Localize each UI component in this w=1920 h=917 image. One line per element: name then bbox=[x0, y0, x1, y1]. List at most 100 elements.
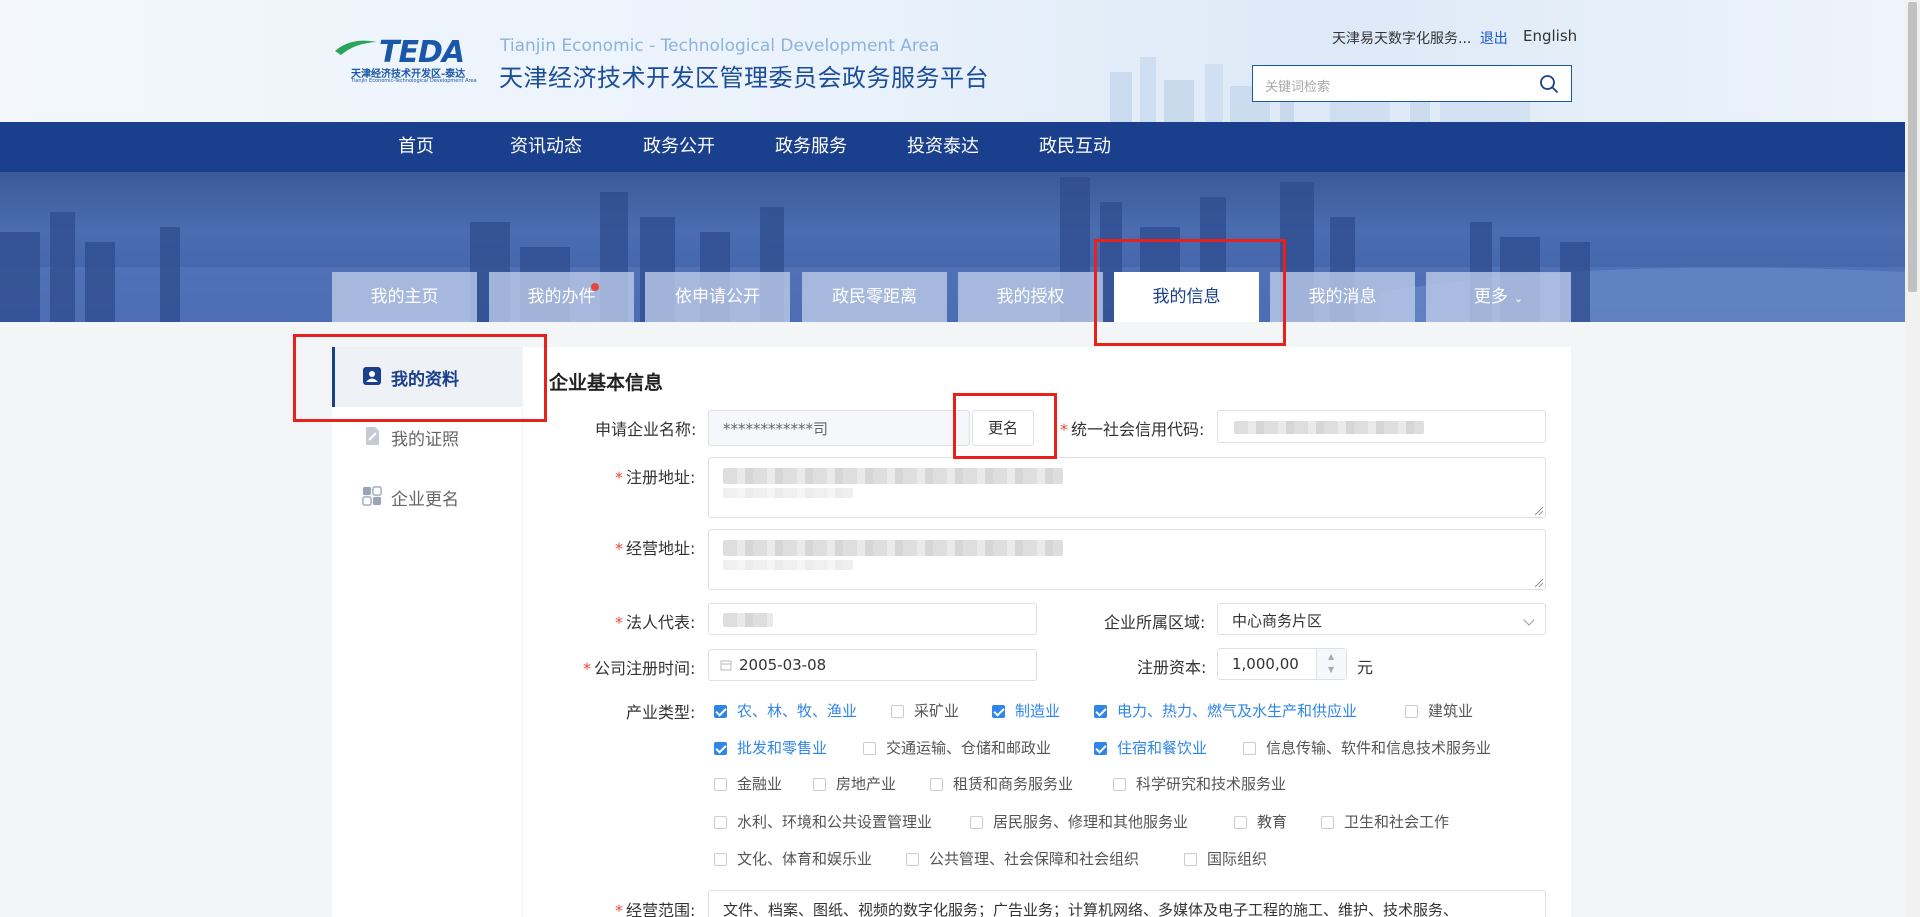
tab-my-messages[interactable]: 我的消息 bbox=[1270, 272, 1415, 322]
tab-label: 依申请公开 bbox=[675, 287, 760, 307]
region-select[interactable]: 中心商务片区 bbox=[1217, 603, 1546, 635]
search-input[interactable]: 关键词检索 bbox=[1265, 76, 1330, 95]
industry-label-text: 租赁和商务服务业 bbox=[953, 775, 1074, 793]
industry-checkbox[interactable]: 批发和零售业 bbox=[714, 737, 827, 758]
industry-label-text: 建筑业 bbox=[1428, 702, 1474, 720]
checkbox-empty-icon[interactable] bbox=[863, 742, 876, 755]
industry-label-text: 电力、热力、燃气及水生产和供应业 bbox=[1117, 702, 1358, 720]
tab-apply-disclosure[interactable]: 依申请公开 bbox=[645, 272, 790, 322]
chevron-down-icon[interactable]: ▼ bbox=[1328, 665, 1334, 674]
search-box[interactable]: 关键词检索 bbox=[1252, 65, 1572, 102]
industry-checkbox[interactable]: 教育 bbox=[1234, 811, 1287, 832]
industry-checkbox[interactable]: 建筑业 bbox=[1405, 700, 1473, 721]
logout-link[interactable]: 退出 bbox=[1480, 31, 1508, 47]
industry-checkbox[interactable]: 交通运输、仓储和邮政业 bbox=[863, 737, 1051, 758]
sidebar-item-rename[interactable]: 企业更名 bbox=[332, 467, 522, 527]
number-stepper[interactable]: ▲ ▼ bbox=[1316, 649, 1346, 679]
tab-more[interactable]: 更多 ⌄ bbox=[1426, 272, 1571, 322]
teda-logo[interactable]: TEDA 天津经济技术开发区-泰达 Tianjin Economic-Techn… bbox=[333, 35, 491, 85]
scrollbar-thumb[interactable] bbox=[1908, 2, 1917, 292]
industry-checkbox[interactable]: 公共管理、社会保障和社会组织 bbox=[906, 848, 1139, 869]
checkbox-checked-icon[interactable] bbox=[992, 705, 1005, 718]
certificate-icon bbox=[366, 427, 379, 445]
checkbox-empty-icon[interactable] bbox=[714, 816, 727, 829]
checkbox-checked-icon[interactable] bbox=[714, 705, 727, 718]
checkbox-empty-icon[interactable] bbox=[1321, 816, 1334, 829]
page-scrollbar[interactable] bbox=[1905, 0, 1920, 917]
industry-checkbox[interactable]: 信息传输、软件和信息技术服务业 bbox=[1243, 737, 1491, 758]
industry-checkbox[interactable]: 租赁和商务服务业 bbox=[930, 773, 1073, 794]
resize-handle-icon[interactable] bbox=[1535, 507, 1543, 515]
reg-date-picker[interactable]: 2005-03-08 bbox=[708, 649, 1037, 681]
industry-checkbox[interactable]: 农、林、牧、渔业 bbox=[714, 700, 857, 721]
search-icon[interactable] bbox=[1539, 74, 1559, 94]
industry-checkbox[interactable]: 住宿和餐饮业 bbox=[1094, 737, 1207, 758]
industry-label-text: 国际组织 bbox=[1207, 850, 1268, 868]
credit-code-field[interactable] bbox=[1217, 410, 1546, 443]
rename-icon bbox=[362, 486, 382, 506]
checkbox-empty-icon[interactable] bbox=[714, 853, 727, 866]
nav-item-home[interactable]: 首页 bbox=[398, 122, 434, 172]
tab-my-home[interactable]: 我的主页 bbox=[332, 272, 477, 322]
industry-checkbox[interactable]: 科学研究和技术服务业 bbox=[1113, 773, 1286, 794]
site-title-en: Tianjin Economic - Technological Develop… bbox=[500, 36, 940, 56]
checkbox-checked-icon[interactable] bbox=[714, 742, 727, 755]
nav-item-news[interactable]: 资讯动态 bbox=[510, 122, 582, 172]
industry-checkbox[interactable]: 采矿业 bbox=[891, 700, 959, 721]
redacted-text bbox=[723, 613, 773, 627]
nav-item-interaction[interactable]: 政民互动 bbox=[1039, 122, 1111, 172]
reg-address-field[interactable] bbox=[708, 457, 1546, 518]
tab-my-authorization[interactable]: 我的授权 bbox=[958, 272, 1103, 322]
industry-checkbox[interactable]: 房地产业 bbox=[813, 773, 896, 794]
company-name-label: 申请企业名称: bbox=[595, 420, 697, 439]
checkbox-empty-icon[interactable] bbox=[930, 778, 943, 791]
industry-checkbox[interactable]: 居民服务、修理和其他服务业 bbox=[970, 811, 1188, 832]
nav-item-invest[interactable]: 投资泰达 bbox=[907, 122, 979, 172]
nav-item-gov-service[interactable]: 政务服务 bbox=[775, 122, 847, 172]
nav-item-gov-info[interactable]: 政务公开 bbox=[643, 122, 715, 172]
industry-label-text: 公共管理、社会保障和社会组织 bbox=[929, 850, 1140, 868]
checkbox-empty-icon[interactable] bbox=[1405, 705, 1418, 718]
checkbox-empty-icon[interactable] bbox=[1234, 816, 1247, 829]
sidebar-item-my-profile[interactable]: 我的资料 bbox=[332, 347, 522, 407]
biz-address-field[interactable] bbox=[708, 529, 1546, 590]
industry-checkbox[interactable]: 金融业 bbox=[714, 773, 782, 794]
scope-field[interactable]: 文件、档案、图纸、视频的数字化服务；广告业务；计算机网络、多媒体及电子工程的施工… bbox=[708, 890, 1546, 917]
sidebar: 我的资料 我的证照 企业更名 bbox=[332, 347, 522, 917]
resize-handle-icon[interactable] bbox=[1535, 579, 1543, 587]
checkbox-checked-icon[interactable] bbox=[1094, 742, 1107, 755]
chevron-down-icon: ⌄ bbox=[1513, 292, 1524, 305]
legal-rep-field[interactable] bbox=[708, 603, 1037, 635]
checkbox-empty-icon[interactable] bbox=[1243, 742, 1256, 755]
checkbox-empty-icon[interactable] bbox=[714, 778, 727, 791]
rename-button[interactable]: 更名 bbox=[972, 410, 1034, 446]
checkbox-empty-icon[interactable] bbox=[906, 853, 919, 866]
checkbox-checked-icon[interactable] bbox=[1094, 705, 1107, 718]
logo-subtitle-en: Tianjin Economic-Technological Developme… bbox=[351, 78, 477, 84]
industry-checkbox[interactable]: 文化、体育和娱乐业 bbox=[714, 848, 872, 869]
tab-my-cases[interactable]: 我的办件 bbox=[489, 272, 634, 322]
checkbox-empty-icon[interactable] bbox=[813, 778, 826, 791]
tab-my-info[interactable]: 我的信息 bbox=[1114, 272, 1259, 322]
industry-checkbox[interactable]: 制造业 bbox=[992, 700, 1060, 721]
tab-citizen-contact[interactable]: 政民零距离 bbox=[802, 272, 947, 322]
chevron-up-icon[interactable]: ▲ bbox=[1328, 652, 1334, 661]
tab-label: 政民零距离 bbox=[832, 287, 917, 307]
industry-label-text: 卫生和社会工作 bbox=[1344, 813, 1450, 831]
reg-date-value: 2005-03-08 bbox=[739, 656, 827, 674]
industry-checkbox[interactable]: 国际组织 bbox=[1184, 848, 1267, 869]
scope-value: 文件、档案、图纸、视频的数字化服务；广告业务；计算机网络、多媒体及电子工程的施工… bbox=[723, 901, 1459, 917]
sidebar-item-my-certificates[interactable]: 我的证照 bbox=[332, 407, 522, 467]
capital-input[interactable]: 1,000,00 ▲ ▼ bbox=[1217, 648, 1347, 680]
checkbox-empty-icon[interactable] bbox=[891, 705, 904, 718]
language-switch[interactable]: English bbox=[1523, 27, 1577, 45]
tab-label: 我的信息 bbox=[1152, 287, 1221, 307]
user-name[interactable]: 天津易天数字化服务... bbox=[1332, 31, 1471, 47]
checkbox-empty-icon[interactable] bbox=[1184, 853, 1197, 866]
checkbox-empty-icon[interactable] bbox=[970, 816, 983, 829]
checkbox-empty-icon[interactable] bbox=[1113, 778, 1126, 791]
industry-checkbox[interactable]: 水利、环境和公共设置管理业 bbox=[714, 811, 932, 832]
industry-checkbox[interactable]: 卫生和社会工作 bbox=[1321, 811, 1449, 832]
user-area: 天津易天数字化服务... 退出 bbox=[1332, 28, 1508, 48]
industry-checkbox[interactable]: 电力、热力、燃气及水生产和供应业 bbox=[1094, 700, 1357, 721]
